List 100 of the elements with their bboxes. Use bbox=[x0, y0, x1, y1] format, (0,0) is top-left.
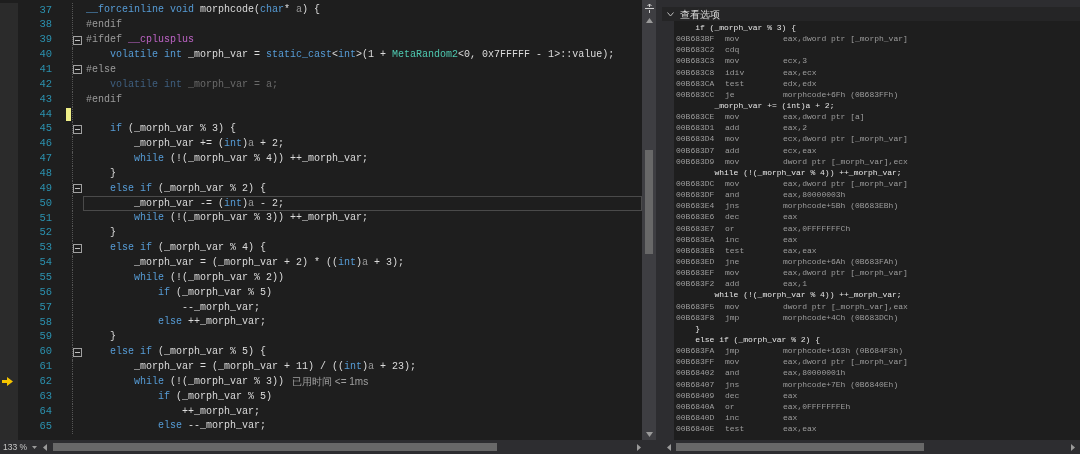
instruction-operands: dword ptr [_morph_var],ecx bbox=[783, 155, 908, 167]
instruction-operands: eax bbox=[783, 389, 798, 401]
scrollbar-thumb[interactable] bbox=[645, 150, 653, 254]
split-icon[interactable] bbox=[644, 4, 654, 13]
instruction-mnemonic: cdq bbox=[725, 44, 741, 56]
instruction-address: 00B683DC bbox=[676, 177, 716, 190]
view-options-header[interactable]: 查看选项 bbox=[662, 7, 1080, 21]
instruction-operands: ecx,eax bbox=[783, 144, 817, 156]
instruction-address: 00B683EA bbox=[676, 233, 716, 245]
code-line: #else bbox=[86, 64, 116, 75]
code-line: __forceinline void morphcode(char* a) { bbox=[86, 5, 321, 16]
code-line: while (!(_morph_var % 2)) bbox=[133, 272, 285, 283]
instruction-operands: eax,eax bbox=[783, 244, 817, 256]
instruction-address: 00B683FA bbox=[676, 345, 716, 357]
line-number: 44 bbox=[38, 106, 52, 122]
instruction-operands: ecx,3 bbox=[783, 55, 807, 67]
line-number: 38 bbox=[38, 17, 52, 33]
code-line: } bbox=[109, 228, 116, 239]
collapse-icon[interactable] bbox=[73, 65, 82, 75]
code-line: volatile int _morph_var = static_cast<int>(1 + MetaRandom2<0, 0x7FFFFF - 1>::value); bbox=[109, 50, 615, 60]
scroll-down-icon[interactable] bbox=[645, 431, 653, 438]
code-line: } bbox=[109, 168, 116, 179]
source-line: if (_morph_var % 3) { bbox=[694, 22, 798, 34]
instruction-mnemonic: add bbox=[725, 122, 741, 134]
scroll-up-icon[interactable] bbox=[645, 17, 653, 24]
scroll-left-icon[interactable] bbox=[666, 443, 673, 451]
scroll-right-icon[interactable] bbox=[1069, 443, 1076, 451]
instruction-address: 00B683EF bbox=[676, 267, 716, 279]
instruction-mnemonic: or bbox=[725, 222, 736, 234]
line-number: 64 bbox=[38, 403, 52, 419]
source-line: while (!(_morph_var % 4)) ++_morph_var; bbox=[713, 289, 903, 301]
instruction-address: 00B683E4 bbox=[676, 200, 716, 212]
instruction-operands: morphcode+5Bh (0B683EBh) bbox=[783, 200, 899, 212]
instruction-mnemonic: jmp bbox=[725, 345, 741, 357]
instruction-mnemonic: jmp bbox=[725, 311, 741, 323]
collapse-icon[interactable] bbox=[73, 184, 82, 194]
instruction-operands: eax bbox=[783, 211, 798, 223]
instruction-address: 00B683F2 bbox=[676, 278, 716, 290]
instruction-mnemonic: test bbox=[725, 423, 746, 435]
instruction-address: 00B683C2 bbox=[676, 44, 716, 56]
instruction-operands: eax,0FFFFFFFCh bbox=[783, 222, 851, 234]
collapse-icon[interactable] bbox=[73, 347, 82, 357]
instruction-mnemonic: mov bbox=[725, 356, 741, 368]
line-number: 55 bbox=[38, 270, 52, 286]
line-number: 54 bbox=[38, 255, 52, 271]
instruction-mnemonic: and bbox=[725, 367, 741, 379]
vertical-scrollbar[interactable] bbox=[642, 0, 656, 440]
instruction-address: 00B683DF bbox=[676, 189, 716, 201]
instruction-mnemonic: test bbox=[725, 77, 746, 89]
collapse-icon[interactable] bbox=[73, 124, 82, 134]
instruction-address: 00B68409 bbox=[676, 389, 716, 401]
code-line: if (_morph_var % 5) bbox=[157, 391, 273, 402]
instruction-mnemonic: dec bbox=[725, 389, 741, 401]
horizontal-scrollbar-thumb[interactable] bbox=[676, 443, 924, 451]
instruction-address: 00B6840E bbox=[676, 423, 716, 435]
code-line: #endif bbox=[86, 20, 122, 31]
instruction-mnemonic: mov bbox=[725, 267, 741, 279]
instruction-mnemonic: dec bbox=[725, 211, 741, 223]
code-line: #endif bbox=[86, 94, 122, 105]
zoom-level[interactable]: 133 % bbox=[3, 440, 28, 454]
line-number: 53 bbox=[38, 240, 52, 256]
instruction-address: 00B683C3 bbox=[676, 55, 716, 67]
instruction-address: 00B683CA bbox=[676, 77, 716, 89]
line-number: 61 bbox=[38, 359, 52, 375]
instruction-operands: eax,dword ptr [_morph_var] bbox=[783, 33, 908, 45]
performance-tip: 已用时间 <= 1ms bbox=[292, 375, 369, 390]
line-number: 43 bbox=[38, 91, 52, 107]
instruction-mnemonic: or bbox=[725, 400, 736, 412]
instruction-address: 00B683EB bbox=[676, 244, 716, 256]
collapse-icon[interactable] bbox=[73, 35, 82, 45]
code-line: else ++_morph_var; bbox=[157, 317, 267, 328]
line-number: 58 bbox=[38, 314, 52, 330]
line-number: 48 bbox=[38, 166, 52, 181]
instruction-address: 00B6840A bbox=[676, 400, 716, 412]
instruction-mnemonic: mov bbox=[725, 111, 741, 123]
instruction-mnemonic: je bbox=[725, 88, 736, 100]
line-number: 59 bbox=[38, 329, 52, 345]
horizontal-scrollbar-thumb[interactable] bbox=[53, 443, 498, 451]
scroll-right-icon[interactable] bbox=[635, 443, 642, 451]
instruction-address: 00B683E6 bbox=[676, 211, 716, 223]
code-line: else --_morph_var; bbox=[157, 421, 267, 432]
source-line: else if (_morph_var % 2) { bbox=[694, 333, 822, 346]
collapse-icon[interactable] bbox=[73, 243, 82, 253]
source-line: } bbox=[694, 322, 701, 334]
code-line: else if (_morph_var % 5) { bbox=[109, 347, 267, 358]
caret-down-icon[interactable] bbox=[31, 443, 39, 451]
scroll-left-icon[interactable] bbox=[42, 443, 50, 451]
code-line: else if (_morph_var % 4) { bbox=[109, 243, 267, 254]
instruction-mnemonic: jne bbox=[725, 255, 741, 268]
instruction-operands: eax,dword ptr [_morph_var] bbox=[783, 267, 908, 279]
chevron-icon bbox=[667, 11, 674, 17]
instruction-operands: eax,80000003h bbox=[783, 189, 846, 201]
instruction-address: 00B683BF bbox=[676, 33, 716, 45]
line-number: 45 bbox=[38, 121, 52, 137]
instruction-address: 00B683CC bbox=[676, 88, 716, 100]
instruction-mnemonic: and bbox=[725, 189, 741, 201]
code-line: ++_morph_var; bbox=[181, 406, 261, 417]
line-number: 63 bbox=[38, 388, 52, 404]
instruction-mnemonic: add bbox=[725, 144, 741, 156]
instruction-address: 00B683CE bbox=[676, 111, 716, 123]
